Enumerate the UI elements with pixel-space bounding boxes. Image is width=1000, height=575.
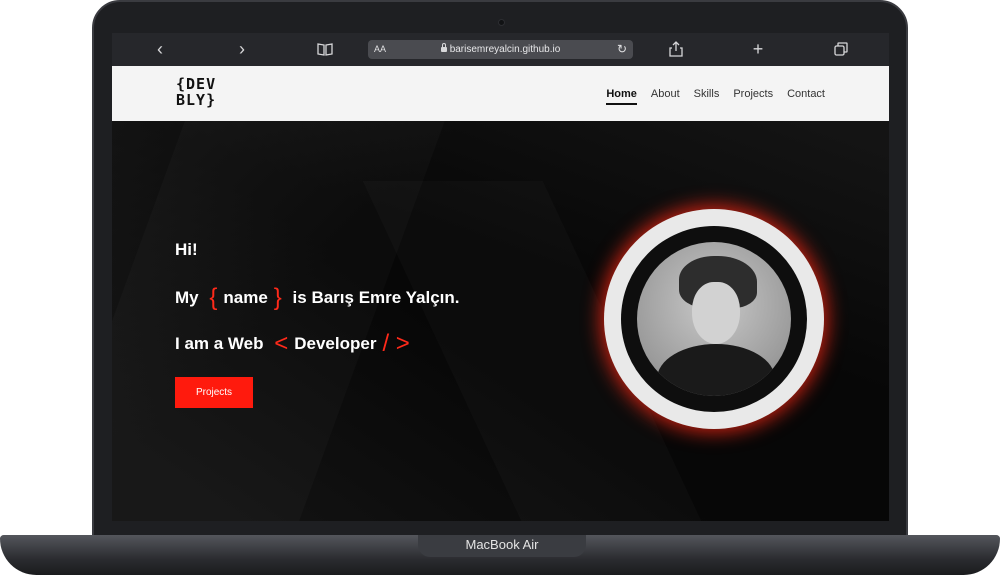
share-icon[interactable] [666,38,686,60]
book-icon[interactable] [314,38,336,60]
nav-item-about[interactable]: About [651,88,680,100]
chevron-left-icon[interactable]: ‹ [150,38,170,60]
close-brace: } [273,284,282,311]
open-angle: < [274,330,289,357]
avatar-body [657,344,775,396]
logo-line-2: BLY} [176,91,217,109]
site-header: {DEV BLY} Home About Skills Projects Con… [112,66,889,121]
hero-name-word: name [223,288,268,307]
hero-greeting: Hi! [175,240,198,259]
main-nav: Home About Skills Projects Contact [606,66,825,121]
site-logo[interactable]: {DEV BLY} [176,76,248,110]
avatar-frame [621,226,807,412]
avatar-face [692,282,740,344]
hero-role-word: Developer [294,334,377,353]
hero-section: Hi! My { name} is Barış Emre Yalçın. I am… [112,121,889,521]
reload-icon[interactable]: ↻ [617,40,627,59]
hero-role-line: I am a Web < Developer / > [175,330,416,358]
browser-toolbar: ‹ › AA barisemreyalcin.github.io ↻ + [112,33,889,66]
nav-item-projects[interactable]: Projects [733,88,773,100]
hero-name-prefix: My [175,288,199,307]
browser-screen: ‹ › AA barisemreyalcin.github.io ↻ + {DE… [112,33,889,521]
projects-button[interactable]: Projects [175,377,253,408]
avatar [637,242,791,396]
camera-icon [498,19,505,26]
nav-item-skills[interactable]: Skills [694,88,720,100]
lock-icon [440,43,447,52]
avatar-ring [604,209,824,429]
logo-line-1: {DEV [176,75,217,93]
nav-item-home[interactable]: Home [606,88,637,105]
address-bar[interactable]: AA barisemreyalcin.github.io ↻ [368,40,633,59]
chevron-right-icon[interactable]: › [232,38,252,60]
plus-icon[interactable]: + [748,38,768,60]
close-angle: / > [382,330,410,357]
open-brace: { [209,284,218,311]
bottom-bezel [112,521,889,535]
hero-name-line: My { name} is Barış Emre Yalçın. [175,284,460,312]
device-label: MacBook Air [465,537,539,552]
hero-role-prefix: I am a Web [175,334,264,353]
nav-item-contact[interactable]: Contact [787,88,825,100]
url-text: barisemreyalcin.github.io [449,44,561,55]
hero-name-suffix: is Barış Emre Yalçın. [292,288,460,307]
tabs-icon[interactable] [830,38,852,60]
